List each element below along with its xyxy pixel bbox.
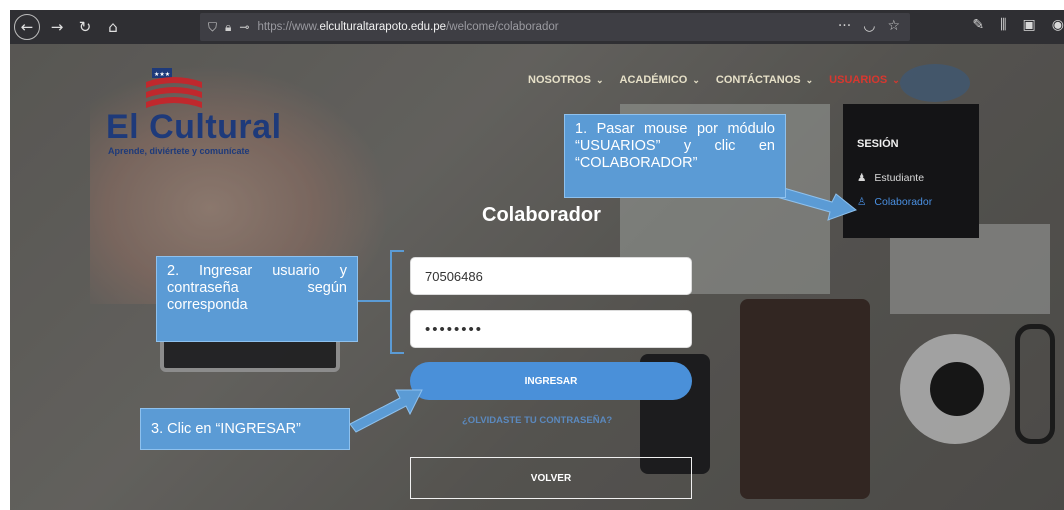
more-dots-icon[interactable]: ··· — [838, 18, 851, 34]
browser-toolbar: ← → ↻ ⌂ ⛉ 🔒︎ ⊸ https://www.elculturaltar… — [10, 10, 1064, 44]
back-arrow-icon[interactable]: ← — [14, 14, 40, 40]
home-icon[interactable]: ⌂ — [102, 16, 124, 38]
sidebar-icon[interactable]: ▣ — [1023, 17, 1036, 33]
url-text[interactable]: https://www.elculturaltarapoto.edu.pe/we… — [257, 21, 558, 33]
address-bar[interactable]: ⛉ 🔒︎ ⊸ https://www.elculturaltarapoto.ed… — [200, 13, 910, 41]
pocket-icon[interactable]: ◡ — [863, 18, 875, 34]
callout-step3: 3. Clic en “INGRESAR” — [140, 408, 350, 450]
callout-step1: 1. Pasar mouse por módulo “USUARIOS” y c… — [564, 114, 786, 198]
lock-icon[interactable]: 🔒︎ — [225, 20, 231, 35]
wrench-icon[interactable]: ✎ — [972, 17, 984, 33]
url-domain: elculturaltarapoto.edu.pe — [319, 21, 447, 33]
library-icon[interactable]: ⫼ — [1000, 17, 1006, 33]
url-path: /welcome/colaborador — [446, 21, 559, 33]
callout-step2: 2. Ingresar usuario y contraseña según c… — [156, 256, 358, 342]
arrow-step3 — [349, 389, 423, 433]
forward-arrow-icon[interactable]: → — [46, 16, 68, 38]
key-icon: ⊸ — [239, 20, 250, 34]
star-icon[interactable]: ☆ — [887, 18, 900, 34]
page-content: ★★★ El Cultural Aprende, diviértete y co… — [10, 44, 1064, 510]
reload-icon[interactable]: ↻ — [74, 16, 96, 38]
shield-icon[interactable]: ⛉ — [208, 20, 217, 35]
url-prefix: https://www. — [257, 21, 320, 33]
account-icon[interactable]: ◉ — [1052, 17, 1064, 33]
